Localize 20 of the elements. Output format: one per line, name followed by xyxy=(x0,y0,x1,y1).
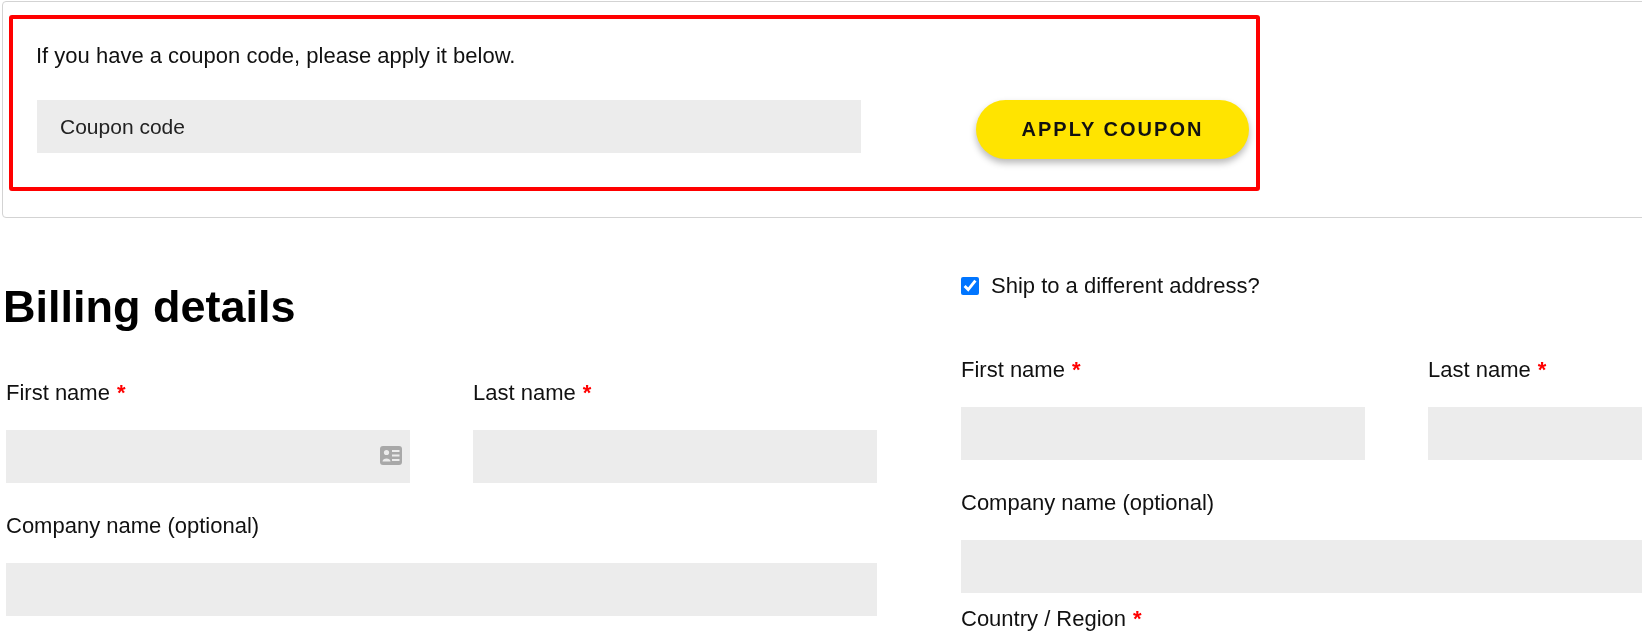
checkbox-label: Ship to a different address? xyxy=(991,272,1260,300)
field-label: First name xyxy=(6,379,110,407)
field-label: First name xyxy=(961,356,1065,384)
billing-details-heading: Billing details xyxy=(3,280,296,334)
required-asterisk: * xyxy=(582,379,592,407)
field-label: Last name xyxy=(1428,356,1531,384)
field-label: Last name xyxy=(473,379,576,407)
required-asterisk: * xyxy=(1133,607,1142,631)
required-asterisk: * xyxy=(1071,356,1081,384)
required-asterisk: * xyxy=(1537,356,1547,384)
coupon-code-field[interactable]: Coupon code xyxy=(37,100,861,153)
required-asterisk: * xyxy=(116,379,126,407)
coupon-prompt: If you have a coupon code, please apply it below. xyxy=(36,42,516,70)
ship-address-checkbox[interactable] xyxy=(961,276,979,295)
apply-coupon-button[interactable]: APPLY COUPON xyxy=(976,100,1249,159)
field-label: Country / Region xyxy=(961,607,1127,631)
field-label: Company name (optional) xyxy=(961,489,1215,517)
input-field[interactable] xyxy=(6,430,410,483)
field-label: Company name (optional) xyxy=(6,512,260,540)
contact-card-icon[interactable] xyxy=(380,446,402,465)
